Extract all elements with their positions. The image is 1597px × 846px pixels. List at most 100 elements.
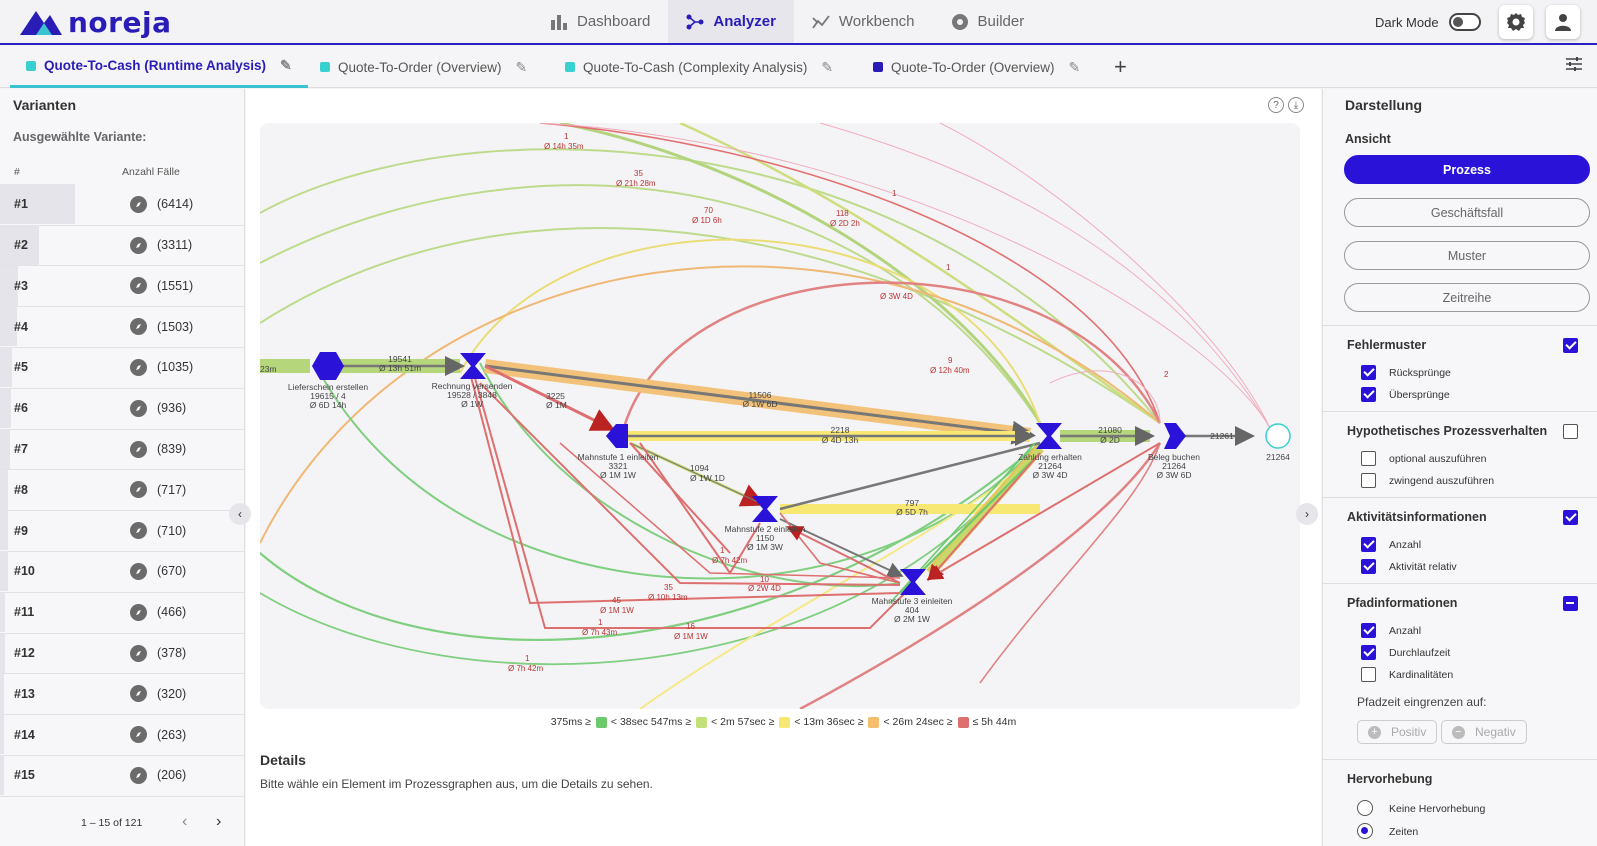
node-beleg[interactable]: Beleg buchen 21264 Ø 3W 6D: [1148, 423, 1200, 480]
prev-page-icon[interactable]: ‹: [182, 813, 187, 831]
nav-analyzer[interactable]: Analyzer: [668, 0, 794, 43]
logo[interactable]: noreja: [18, 6, 171, 39]
node-end[interactable]: 21264: [1265, 423, 1291, 462]
backjumps-checkbox[interactable]: [1361, 365, 1376, 380]
collapse-left-panel-button[interactable]: ‹: [229, 503, 251, 525]
compass-icon[interactable]: [130, 481, 147, 499]
process-graph-area: ? ⤓ Lieferschein erstellen 19615 / 4 Ø 6…: [229, 89, 1321, 846]
compass-icon[interactable]: [130, 318, 147, 336]
tab-label: Quote-To-Order (Overview): [338, 59, 502, 75]
process-graph-canvas[interactable]: Lieferschein erstellen 19615 / 4 Ø 6D 14…: [260, 123, 1300, 709]
no-highlight-radio[interactable]: [1357, 800, 1373, 816]
compass-icon[interactable]: [130, 726, 147, 744]
compass-icon[interactable]: [130, 236, 147, 254]
edge-label: Ø 7h 42m: [508, 664, 543, 673]
variant-row[interactable]: #15 (206): [0, 755, 245, 797]
edge-label: 2: [1164, 370, 1169, 379]
variant-row[interactable]: #3 (1551): [0, 265, 245, 308]
variant-row[interactable]: #13 (320): [0, 673, 245, 716]
error-patterns-checkbox[interactable]: [1563, 338, 1578, 353]
compass-icon[interactable]: [130, 644, 147, 662]
variants-title: Varianten: [13, 97, 77, 113]
node-count: 21264: [1266, 452, 1290, 462]
variant-row[interactable]: #14 (263): [0, 714, 245, 756]
compass-icon[interactable]: [130, 562, 147, 580]
tab-quote-to-cash-complexity[interactable]: Quote-To-Cash (Complexity Analysis) ✎: [565, 46, 833, 88]
tab-quote-to-order-overview[interactable]: Quote-To-Order (Overview) ✎: [320, 46, 527, 88]
nav-dashboard[interactable]: Dashboard: [532, 0, 668, 43]
view-process-button[interactable]: Prozess: [1344, 155, 1590, 184]
variant-row[interactable]: #7 (839): [0, 428, 245, 471]
times-radio[interactable]: [1357, 823, 1373, 839]
edge-label: 16: [686, 622, 695, 631]
path-cardinality-checkbox[interactable]: [1361, 667, 1376, 682]
collapse-right-panel-button[interactable]: ›: [1296, 503, 1318, 525]
view-pattern-button[interactable]: Muster: [1344, 241, 1590, 270]
variant-case-count: (466): [157, 605, 187, 620]
path-duration-checkbox[interactable]: [1361, 645, 1376, 660]
compass-icon[interactable]: [130, 685, 147, 703]
mandatory-checkbox[interactable]: [1361, 473, 1376, 488]
dark-mode-toggle[interactable]: [1448, 13, 1481, 31]
bar-chart-icon: [550, 13, 568, 31]
compass-icon[interactable]: [130, 399, 147, 417]
tab-quote-to-cash-runtime[interactable]: Quote-To-Cash (Runtime Analysis) ✎: [10, 46, 308, 88]
node-time: Ø 1M 1W: [600, 470, 636, 480]
nav-builder[interactable]: Builder: [933, 0, 1043, 43]
variant-row[interactable]: #9 (710): [0, 510, 245, 552]
optional-checkbox[interactable]: [1361, 451, 1376, 466]
edit-pencil-icon[interactable]: ✎: [1069, 59, 1081, 76]
compass-icon[interactable]: [130, 440, 147, 458]
compass-icon[interactable]: [130, 195, 147, 213]
download-icon[interactable]: ⤓: [1288, 97, 1304, 113]
edit-pencil-icon[interactable]: ✎: [280, 57, 292, 74]
tab-quote-to-order-overview-2[interactable]: Quote-To-Order (Overview) ✎: [873, 46, 1080, 88]
user-icon: [1555, 14, 1571, 31]
legend-swatch: [868, 716, 880, 728]
variant-case-count: (3311): [157, 238, 193, 253]
path-info-checkbox[interactable]: [1563, 596, 1578, 611]
user-button[interactable]: [1546, 5, 1580, 39]
variant-row[interactable]: #10 (670): [0, 551, 245, 593]
negative-button[interactable]: − Negativ: [1441, 720, 1527, 744]
activity-count-checkbox[interactable]: [1361, 537, 1376, 552]
settings-button[interactable]: [1499, 5, 1533, 39]
activity-info-checkbox[interactable]: [1563, 510, 1578, 525]
compass-icon[interactable]: [130, 358, 147, 376]
positive-button[interactable]: + Positiv: [1357, 720, 1438, 744]
variant-row[interactable]: #6 (936): [0, 388, 245, 430]
nav-workbench[interactable]: Workbench: [794, 0, 933, 43]
skips-checkbox[interactable]: [1361, 387, 1376, 402]
display-panel: Darstellung Ansicht Prozess Geschäftsfal…: [1322, 89, 1597, 846]
path-count-checkbox[interactable]: [1361, 623, 1376, 638]
variant-row[interactable]: #11 (466): [0, 592, 245, 634]
variant-row[interactable]: #12 (378): [0, 632, 245, 675]
variant-row[interactable]: #1 (6414): [0, 184, 245, 226]
hypothetical-checkbox[interactable]: [1563, 424, 1578, 439]
view-timeseries-button[interactable]: Zeitreihe: [1344, 283, 1590, 312]
variant-row[interactable]: #4 (1503): [0, 306, 245, 348]
help-icon[interactable]: ?: [1268, 97, 1284, 113]
compass-icon[interactable]: [130, 522, 147, 540]
variant-row[interactable]: #8 (717): [0, 469, 245, 512]
variant-case-count: (263): [157, 727, 187, 742]
process-graph[interactable]: Lieferschein erstellen 19615 / 4 Ø 6D 14…: [260, 123, 1300, 709]
tune-icon[interactable]: [1565, 56, 1583, 77]
mandatory-label: zwingend auszuführen: [1389, 475, 1495, 487]
next-page-icon[interactable]: ›: [216, 813, 221, 831]
variant-row[interactable]: #5 (1035): [0, 347, 245, 389]
edge-label: Ø 4D 13h: [822, 435, 859, 445]
compass-icon[interactable]: [130, 603, 147, 621]
variant-number: #9: [14, 523, 28, 538]
negative-label: Negativ: [1475, 725, 1516, 739]
activity-relative-checkbox[interactable]: [1361, 559, 1376, 574]
edge-label: Ø 10h 13m: [648, 593, 688, 602]
path-cardinality-label: Kardinalitäten: [1389, 669, 1454, 681]
add-tab-icon[interactable]: +: [1114, 54, 1127, 80]
view-case-button[interactable]: Geschäftsfall: [1344, 198, 1590, 227]
compass-icon[interactable]: [130, 277, 147, 295]
edit-pencil-icon[interactable]: ✎: [821, 59, 833, 76]
edit-pencil-icon[interactable]: ✎: [516, 59, 528, 76]
variant-row[interactable]: #2 (3311): [0, 224, 245, 267]
compass-icon[interactable]: [130, 766, 147, 784]
